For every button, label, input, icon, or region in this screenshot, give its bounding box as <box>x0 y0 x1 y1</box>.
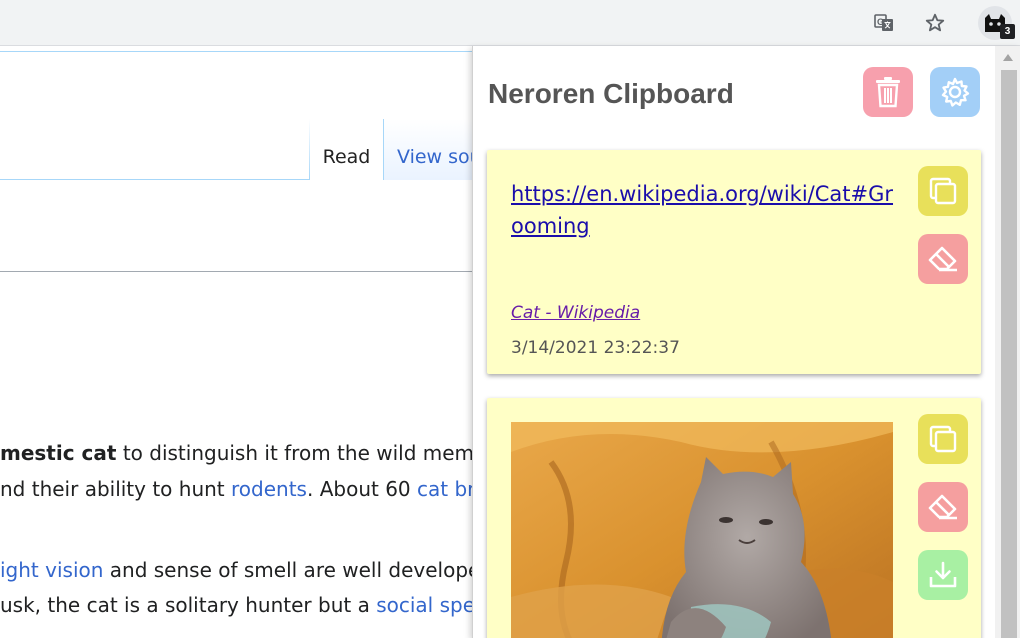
clipboard-image[interactable] <box>511 422 893 638</box>
clipboard-timestamp: 3/14/2021 23:22:37 <box>511 338 680 358</box>
tab-read[interactable]: Read <box>310 119 383 180</box>
eraser-icon <box>928 246 957 272</box>
scroll-up-arrow-icon[interactable] <box>1003 54 1013 61</box>
paragraph-text: usk, the cat is a solitary hunter but a <box>0 593 377 617</box>
tab-view-source[interactable]: View source <box>383 119 483 180</box>
scroll-thumb[interactable] <box>1001 70 1017 638</box>
extension-badge: 3 <box>1000 24 1015 39</box>
link-rodents[interactable]: rodents <box>231 477 307 501</box>
clipboard-popup: Neroren Clipboard https://en.wikipedia.o… <box>472 46 1020 638</box>
bookmark-star-icon[interactable] <box>918 6 952 40</box>
heading-rule <box>0 271 472 272</box>
gear-icon <box>941 77 970 107</box>
browser-toolbar: G 3 <box>0 0 1020 46</box>
copy-button[interactable] <box>918 166 968 216</box>
extension-cat-icon[interactable]: 3 <box>978 6 1015 40</box>
popup-scrollbar[interactable] <box>995 46 1020 638</box>
trash-icon <box>876 77 900 108</box>
copy-icon <box>929 425 957 453</box>
download-icon <box>929 561 957 588</box>
settings-button[interactable] <box>930 67 980 117</box>
paragraph-text: . About 60 <box>306 477 417 501</box>
eraser-icon <box>928 494 957 520</box>
clear-all-button[interactable] <box>863 67 913 117</box>
paragraph-text: and sense of smell are well developed <box>103 558 472 582</box>
cat-photo-icon <box>511 422 893 638</box>
paragraph-text: nd their ability to hunt <box>0 477 232 501</box>
paragraph-text: to distinguish it from the wild members <box>122 441 472 465</box>
link-social-species[interactable]: social species <box>376 593 472 617</box>
translate-icon[interactable]: G <box>867 6 901 40</box>
bold-term: mestic cat <box>0 441 117 465</box>
page-top-border <box>0 51 472 52</box>
clipboard-source-link[interactable]: Cat - Wikipedia <box>511 303 640 323</box>
article-paragraph-1: mestic cat to distinguish it from the wi… <box>0 441 472 465</box>
article-paragraph-4: usk, the cat is a solitary hunter but a … <box>0 593 472 617</box>
erase-button[interactable] <box>918 234 968 284</box>
copy-button[interactable] <box>918 414 968 464</box>
clipboard-item-link: https://en.wikipedia.org/wiki/Cat#Groomi… <box>487 150 981 374</box>
article-paragraph-3: ight vision and sense of smell are well … <box>0 558 472 582</box>
download-button[interactable] <box>918 550 968 600</box>
link-night-vision[interactable]: ight vision <box>0 558 103 582</box>
link-cat-breeds[interactable]: cat breeds <box>417 477 472 501</box>
popup-title: Neroren Clipboard <box>488 78 734 109</box>
copy-icon <box>929 177 957 205</box>
clipboard-url-link[interactable]: https://en.wikipedia.org/wiki/Cat#Groomi… <box>511 178 895 242</box>
clipboard-item-image <box>487 398 981 638</box>
erase-button[interactable] <box>918 482 968 532</box>
article-paragraph-2: nd their ability to hunt rodents. About … <box>0 477 472 501</box>
tab-bar-border <box>0 179 310 180</box>
